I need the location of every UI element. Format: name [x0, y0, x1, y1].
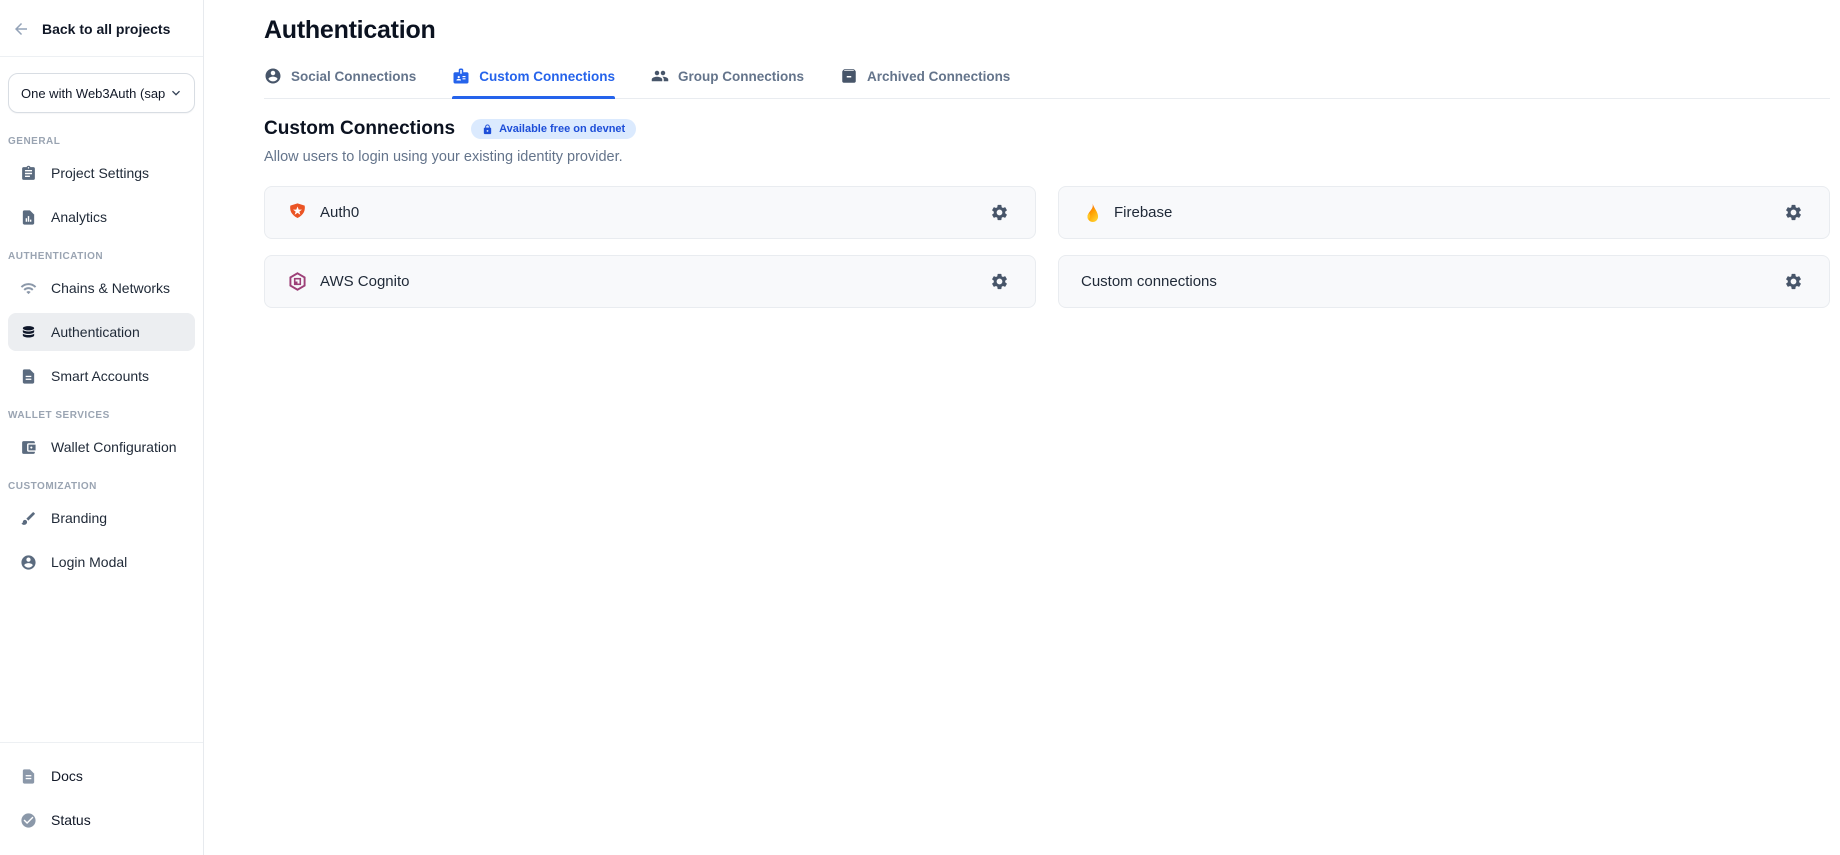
sidebar-item-label: Authentication: [51, 324, 140, 340]
devnet-badge-label: Available free on devnet: [499, 123, 625, 135]
section-label-customization: CUSTOMIZATION: [8, 481, 191, 492]
tab-group-connections[interactable]: Group Connections: [651, 67, 804, 98]
firebase-logo: [1081, 202, 1102, 223]
sidebar-item-label: Login Modal: [51, 554, 127, 570]
sidebar-item-label: Wallet Configuration: [51, 439, 177, 455]
sidebar-item-docs[interactable]: Docs: [8, 757, 195, 795]
tab-custom-connections[interactable]: Custom Connections: [452, 67, 615, 98]
card-custom-connections[interactable]: Custom connections: [1058, 255, 1830, 308]
tab-archived-connections[interactable]: Archived Connections: [840, 67, 1010, 98]
sidebar-item-login-modal[interactable]: Login Modal: [8, 543, 195, 581]
user-circle-icon: [20, 554, 37, 571]
tab-social-connections[interactable]: Social Connections: [264, 67, 416, 98]
badge-icon: [452, 67, 470, 85]
sidebar-item-label: Status: [51, 812, 91, 828]
card-aws-cognito[interactable]: AWS Cognito: [264, 255, 1036, 308]
analytics-icon: [20, 209, 37, 226]
sidebar-item-label: Project Settings: [51, 165, 149, 181]
chevron-down-icon: [168, 85, 184, 101]
archive-icon: [840, 67, 858, 85]
sidebar-divider: [0, 56, 203, 57]
sidebar-item-analytics[interactable]: Analytics: [8, 198, 195, 236]
section-title: Custom Connections: [264, 118, 455, 140]
page-title: Authentication: [264, 16, 1830, 45]
sidebar-item-label: Docs: [51, 768, 83, 784]
auth0-settings-gear-icon[interactable]: [986, 199, 1013, 226]
sidebar-item-label: Analytics: [51, 209, 107, 225]
wifi-icon: [20, 280, 37, 297]
card-label: AWS Cognito: [320, 273, 409, 290]
sidebar-item-authentication[interactable]: Authentication: [8, 313, 195, 351]
back-label: Back to all projects: [42, 21, 170, 37]
clipboard-icon: [20, 165, 37, 182]
tab-label: Group Connections: [678, 69, 804, 84]
document-icon: [20, 368, 37, 385]
section-label-authentication: AUTHENTICATION: [8, 251, 191, 262]
sidebar-item-label: Branding: [51, 510, 107, 526]
project-selector[interactable]: One with Web3Auth (sap: [8, 73, 195, 113]
card-label: Firebase: [1114, 204, 1172, 221]
sidebar-item-label: Chains & Networks: [51, 280, 170, 296]
section-header: Custom Connections Available free on dev…: [264, 118, 1830, 140]
project-selector-value: One with Web3Auth (sap: [21, 86, 165, 101]
aws-cognito-logo: [287, 271, 308, 292]
tab-label: Archived Connections: [867, 69, 1010, 84]
sidebar-nav: GENERAL Project Settings Analytics AUTHE…: [0, 113, 203, 587]
check-circle-icon: [20, 812, 37, 829]
database-icon: [20, 324, 37, 341]
card-auth0[interactable]: Auth0: [264, 186, 1036, 239]
sidebar-item-branding[interactable]: Branding: [8, 499, 195, 537]
section-label-wallet-services: WALLET SERVICES: [8, 410, 191, 421]
group-icon: [651, 67, 669, 85]
main-content: Authentication Social Connections Custom…: [204, 0, 1840, 855]
arrow-left-icon: [12, 20, 30, 38]
sidebar-item-project-settings[interactable]: Project Settings: [8, 154, 195, 192]
tab-label: Custom Connections: [479, 69, 615, 84]
docs-icon: [20, 768, 37, 785]
back-to-projects-link[interactable]: Back to all projects: [0, 0, 203, 56]
card-firebase[interactable]: Firebase: [1058, 186, 1830, 239]
sidebar: Back to all projects One with Web3Auth (…: [0, 0, 204, 855]
tab-label: Social Connections: [291, 69, 416, 84]
aws-cognito-settings-gear-icon[interactable]: [986, 268, 1013, 295]
brush-icon: [20, 510, 37, 527]
sidebar-item-smart-accounts[interactable]: Smart Accounts: [8, 357, 195, 395]
firebase-settings-gear-icon[interactable]: [1780, 199, 1807, 226]
tab-bar: Social Connections Custom Connections Gr…: [264, 67, 1830, 99]
sidebar-footer: Docs Status: [0, 742, 203, 855]
lock-icon: [482, 124, 493, 135]
connection-cards-grid: Auth0 Firebas: [264, 186, 1830, 308]
person-circle-icon: [264, 67, 282, 85]
auth0-logo: [287, 202, 308, 223]
custom-connections-settings-gear-icon[interactable]: [1780, 268, 1807, 295]
card-label: Auth0: [320, 204, 359, 221]
section-label-general: GENERAL: [8, 136, 191, 147]
section-description: Allow users to login using your existing…: [264, 149, 1830, 165]
sidebar-item-wallet-configuration[interactable]: Wallet Configuration: [8, 428, 195, 466]
wallet-icon: [20, 439, 37, 456]
sidebar-item-status[interactable]: Status: [8, 801, 195, 839]
sidebar-item-label: Smart Accounts: [51, 368, 149, 384]
devnet-badge: Available free on devnet: [471, 119, 636, 139]
sidebar-item-chains-networks[interactable]: Chains & Networks: [8, 269, 195, 307]
card-label: Custom connections: [1081, 273, 1217, 290]
